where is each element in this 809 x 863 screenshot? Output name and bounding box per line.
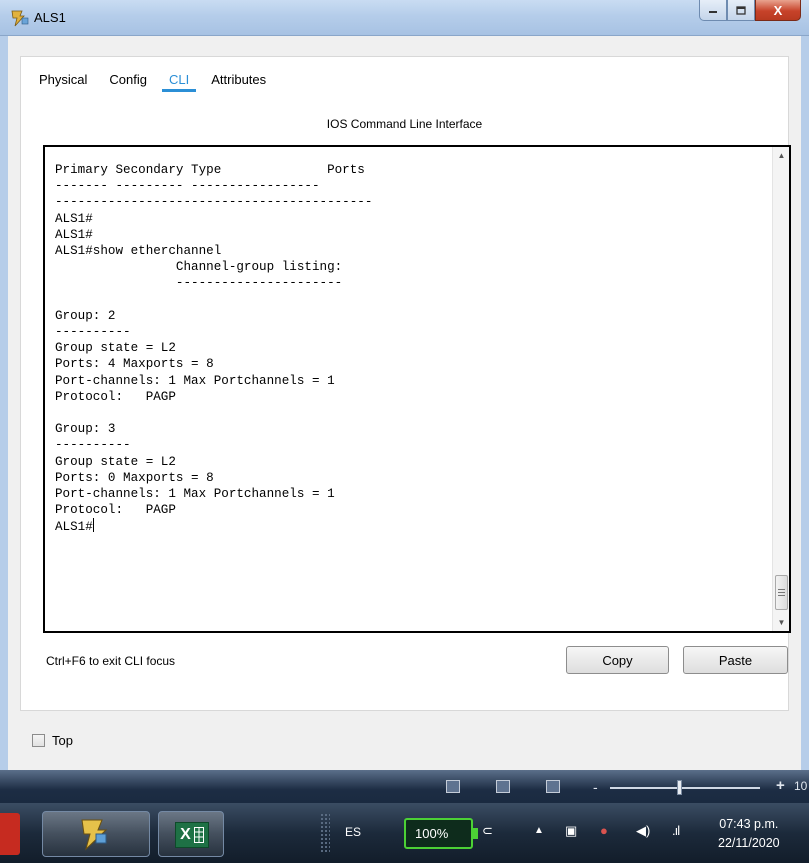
show-hidden-icon[interactable]: ▲ <box>534 825 544 836</box>
action-center-icon[interactable]: ▣ <box>565 823 577 839</box>
zoom-out-button[interactable]: - <box>593 779 598 795</box>
signal-icon[interactable]: .ıl <box>672 823 680 838</box>
network-icon[interactable]: ⊂ <box>482 823 493 839</box>
taskbar-packet-tracer[interactable] <box>42 811 150 857</box>
clock-date: 22/11/2020 <box>718 836 780 850</box>
top-checkbox[interactable] <box>32 734 45 747</box>
pinned-app-icon[interactable] <box>0 813 20 855</box>
copy-button[interactable]: Copy <box>566 646 669 674</box>
zoom-level: 10 <box>794 779 808 793</box>
zoom-slider[interactable] <box>610 787 760 789</box>
taskbar-excel[interactable]: X <box>158 811 224 857</box>
zoom-slider-thumb[interactable] <box>677 780 682 795</box>
minimize-icon <box>709 11 717 13</box>
reading-view-icon[interactable] <box>446 780 460 793</box>
scroll-down-arrow-icon[interactable]: ▼ <box>773 614 789 631</box>
battery-indicator[interactable]: 100% <box>404 818 478 849</box>
top-label: Top <box>52 733 73 748</box>
cli-output[interactable]: Primary Secondary Type Ports ------- ---… <box>55 162 372 536</box>
text-cursor <box>92 518 94 533</box>
cli-focus-hint: Ctrl+F6 to exit CLI focus <box>46 654 176 668</box>
zoom-strip: - + 10 <box>0 770 809 803</box>
battery-level: 100% <box>415 826 449 841</box>
taskbar-grip <box>320 813 330 853</box>
paste-button[interactable]: Paste <box>683 646 788 674</box>
close-button[interactable]: X <box>755 0 801 21</box>
cli-terminal[interactable]: Primary Secondary Type Ports ------- ---… <box>43 145 791 633</box>
tab-config[interactable]: Config <box>98 66 158 94</box>
top-option[interactable]: Top <box>32 733 73 748</box>
scroll-up-arrow-icon[interactable]: ▲ <box>773 147 789 164</box>
tab-physical[interactable]: Physical <box>28 66 98 94</box>
taskbar: X ES 100% ⊂ ▲ ▣ ● ◀) .ıl 07:43 p.m. 22/1… <box>0 803 809 863</box>
cli-heading: IOS Command Line Interface <box>326 117 483 131</box>
cli-scrollbar[interactable]: ▲ ▼ <box>772 147 789 631</box>
window-title: ALS1 <box>34 10 66 25</box>
packet-tracer-icon <box>81 819 108 851</box>
maximize-button[interactable] <box>727 0 755 21</box>
tab-cli[interactable]: CLI <box>158 66 200 94</box>
window-controls: X <box>699 0 801 22</box>
tab-attributes[interactable]: Attributes <box>200 66 277 94</box>
scroll-thumb[interactable] <box>775 575 788 610</box>
volume-icon[interactable]: ◀) <box>636 823 650 839</box>
cli-prompt: ALS1# <box>55 520 93 535</box>
system-clock[interactable]: 07:43 p.m. 22/11/2020 <box>718 815 780 853</box>
clock-time: 07:43 p.m. <box>719 817 779 831</box>
packet-tracer-switch-icon <box>11 10 29 27</box>
chrome-disabled-icon[interactable]: ● <box>600 823 608 838</box>
web-layout-icon[interactable] <box>546 780 560 793</box>
maximize-icon <box>736 5 746 15</box>
close-icon: X <box>773 2 783 18</box>
print-layout-icon[interactable] <box>496 780 510 793</box>
cli-output-text: Primary Secondary Type Ports ------- ---… <box>55 163 373 518</box>
title-bar: ALS1 X <box>0 0 809 36</box>
minimize-button[interactable] <box>699 0 727 21</box>
excel-icon: X <box>175 822 209 848</box>
tab-bar: Physical Config CLI Attributes <box>28 66 277 94</box>
zoom-in-button[interactable]: + <box>776 777 785 794</box>
language-indicator[interactable]: ES <box>345 825 361 839</box>
